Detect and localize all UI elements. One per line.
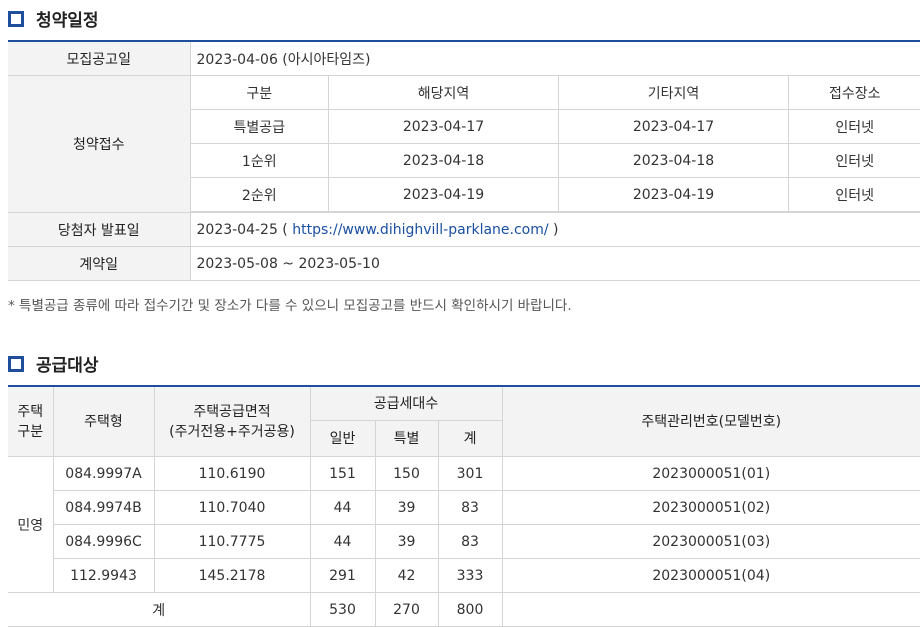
total-cell: 301 bbox=[438, 456, 503, 491]
sum-row: 계 530 270 800 bbox=[8, 592, 920, 627]
supply-table: 주택 구분 주택형 주택공급면적 (주거전용+주거공용) 공급세대수 주택관리번… bbox=[8, 385, 920, 627]
apply-header-other: 기타지역 bbox=[558, 76, 789, 110]
announce-label: 모집공고일 bbox=[8, 41, 191, 76]
header-category: 주택 구분 bbox=[8, 386, 54, 457]
apply-label: 청약접수 bbox=[8, 75, 191, 213]
sum-total: 800 bbox=[438, 592, 503, 627]
special-cell: 39 bbox=[375, 524, 439, 559]
total-cell: 83 bbox=[438, 490, 503, 525]
sum-label: 계 bbox=[8, 592, 311, 627]
type-cell: 084.9974B bbox=[53, 490, 155, 525]
area-cell: 110.7775 bbox=[154, 524, 311, 559]
header-general: 일반 bbox=[310, 420, 376, 457]
apply-header-category: 구분 bbox=[190, 76, 329, 110]
apply-cell: 1순위 bbox=[190, 143, 329, 178]
contract-row: 계약일 2023-05-08 ~ 2023-05-10 bbox=[8, 246, 920, 281]
general-cell: 44 bbox=[310, 524, 376, 559]
header-total: 계 bbox=[438, 420, 503, 457]
apply-cell: 인터넷 bbox=[788, 109, 920, 144]
table-row: 민영 084.9997A 110.6190 151 150 301 202300… bbox=[8, 456, 920, 593]
mgmt-no-cell: 2023000051(03) bbox=[502, 524, 920, 559]
apply-cell: 2023-04-18 bbox=[558, 143, 789, 178]
area-cell: 145.2178 bbox=[154, 558, 311, 593]
apply-subtable-cell: 구분 해당지역 기타지역 접수장소 특별공급 2023-04-17 2023-0… bbox=[190, 75, 920, 213]
general-cell: 151 bbox=[310, 456, 376, 491]
special-cell: 42 bbox=[375, 558, 439, 593]
header-mgmt-no: 주택관리번호(모델번호) bbox=[502, 386, 920, 457]
contract-value: 2023-05-08 ~ 2023-05-10 bbox=[190, 246, 920, 281]
apply-header-place: 접수장소 bbox=[788, 76, 920, 110]
apply-cell: 2순위 bbox=[190, 177, 329, 212]
announce-value: 2023-04-06 (아시아타임즈) bbox=[190, 41, 920, 76]
area-cell: 110.6190 bbox=[154, 456, 311, 491]
apply-cell: 인터넷 bbox=[788, 143, 920, 178]
table-row: 112.9943 145.2178 291 42 333 2023000051(… bbox=[8, 558, 920, 593]
mgmt-no-cell: 2023000051(02) bbox=[502, 490, 920, 525]
sum-special: 270 bbox=[375, 592, 439, 627]
apply-cell: 2023-04-17 bbox=[328, 109, 559, 144]
apply-row-special: 특별공급 2023-04-17 2023-04-17 인터넷 bbox=[190, 109, 920, 144]
winner-date: 2023-04-25 ( bbox=[196, 221, 288, 238]
supply-section-title: 공급대상 bbox=[8, 351, 99, 376]
announce-row: 모집공고일 2023-04-06 (아시아타임즈) bbox=[8, 41, 920, 76]
winner-label: 당첨자 발표일 bbox=[8, 212, 191, 247]
apply-row-first: 1순위 2023-04-18 2023-04-18 인터넷 bbox=[190, 143, 920, 178]
header-units: 공급세대수 bbox=[310, 386, 503, 421]
schedule-title-text: 청약일정 bbox=[36, 11, 99, 31]
schedule-table: 모집공고일 2023-04-06 (아시아타임즈) 청약접수 구분 해당지역 기… bbox=[8, 40, 920, 281]
apply-cell: 2023-04-18 bbox=[328, 143, 559, 178]
apply-cell: 2023-04-17 bbox=[558, 109, 789, 144]
type-cell: 084.9997A bbox=[53, 456, 155, 491]
winner-value: 2023-04-25 ( https://www.dihighvill-park… bbox=[190, 212, 920, 247]
table-row: 084.9996C 110.7775 44 39 83 2023000051(0… bbox=[8, 524, 920, 559]
header-special: 특별 bbox=[375, 420, 439, 457]
mgmt-no-cell: 2023000051(04) bbox=[502, 558, 920, 593]
type-cell: 084.9996C bbox=[53, 524, 155, 559]
special-cell: 39 bbox=[375, 490, 439, 525]
special-cell: 150 bbox=[375, 456, 439, 491]
header-type: 주택형 bbox=[53, 386, 155, 457]
apply-subtable: 구분 해당지역 기타지역 접수장소 특별공급 2023-04-17 2023-0… bbox=[190, 76, 920, 212]
area-cell: 110.7040 bbox=[154, 490, 311, 525]
square-bullet-icon bbox=[8, 10, 24, 27]
schedule-note: * 특별공급 종류에 따라 접수기간 및 장소가 다를 수 있으니 모집공고를 … bbox=[8, 298, 572, 314]
sum-mgmt-empty bbox=[502, 592, 920, 627]
sum-general: 530 bbox=[310, 592, 376, 627]
apply-row: 청약접수 구분 해당지역 기타지역 접수장소 특별공급 2023-04-17 2… bbox=[8, 75, 920, 213]
supply-title-text: 공급대상 bbox=[36, 356, 99, 376]
apply-header-local: 해당지역 bbox=[328, 76, 559, 110]
schedule-section-title: 청약일정 bbox=[8, 6, 99, 31]
apply-cell: 특별공급 bbox=[190, 109, 329, 144]
general-cell: 44 bbox=[310, 490, 376, 525]
winner-site-link[interactable]: https://www.dihighvill-parklane.com/ bbox=[292, 222, 548, 238]
winner-close-paren: ) bbox=[553, 221, 559, 238]
contract-label: 계약일 bbox=[8, 246, 191, 281]
apply-header-row: 구분 해당지역 기타지역 접수장소 bbox=[190, 76, 920, 110]
general-cell: 291 bbox=[310, 558, 376, 593]
mgmt-no-cell: 2023000051(01) bbox=[502, 456, 920, 491]
square-bullet-icon bbox=[8, 355, 24, 372]
winner-row: 당첨자 발표일 2023-04-25 ( https://www.dihighv… bbox=[8, 212, 920, 247]
supply-header-row-1: 주택 구분 주택형 주택공급면적 (주거전용+주거공용) 공급세대수 주택관리번… bbox=[8, 386, 920, 457]
total-cell: 333 bbox=[438, 558, 503, 593]
apply-cell: 인터넷 bbox=[788, 177, 920, 212]
table-row: 084.9974B 110.7040 44 39 83 2023000051(0… bbox=[8, 490, 920, 525]
apply-cell: 2023-04-19 bbox=[328, 177, 559, 212]
apply-row-second: 2순위 2023-04-19 2023-04-19 인터넷 bbox=[190, 177, 920, 212]
header-area: 주택공급면적 (주거전용+주거공용) bbox=[154, 386, 311, 457]
category-cell: 민영 bbox=[8, 456, 54, 593]
total-cell: 83 bbox=[438, 524, 503, 559]
apply-cell: 2023-04-19 bbox=[558, 177, 789, 212]
type-cell: 112.9943 bbox=[53, 558, 155, 593]
